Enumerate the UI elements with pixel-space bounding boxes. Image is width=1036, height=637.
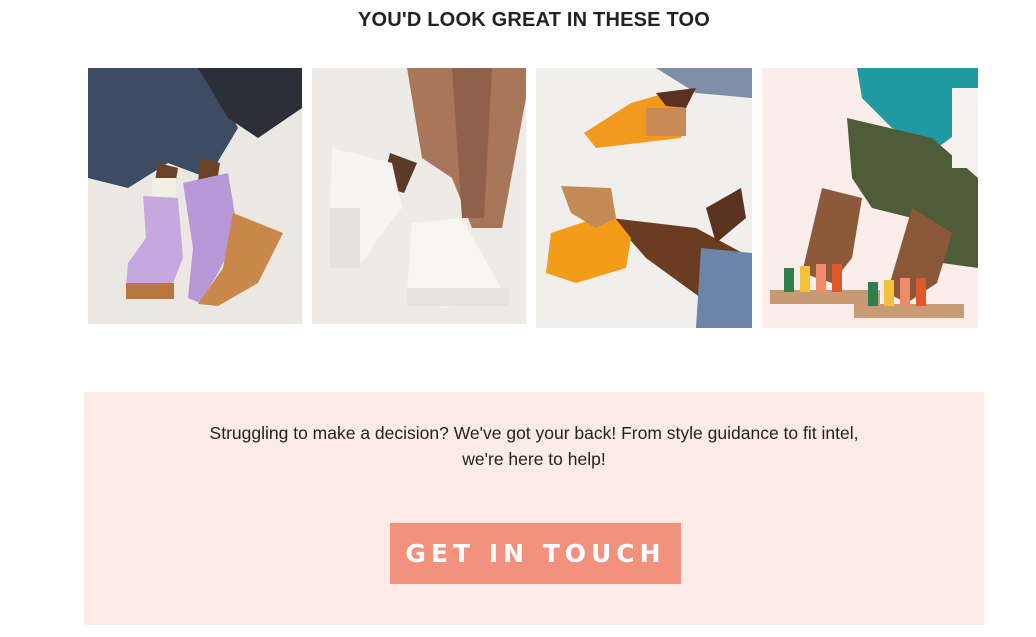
strappy-sandals-photo [762,68,978,328]
help-message-line-1: Struggling to make a decision? We've got… [209,423,859,443]
orange-clogs-photo [536,68,752,328]
lavender-boots-photo [88,68,302,324]
help-message: Struggling to make a decision? We've got… [84,420,984,472]
help-message-line-2: we're here to help! [462,449,606,469]
get-in-touch-button[interactable]: GET IN TOUCH [390,523,681,584]
white-creepers-photo [312,68,526,324]
help-panel: Struggling to make a decision? We've got… [84,392,984,625]
section-heading: YOU'D LOOK GREAT IN THESE TOO [357,9,711,31]
product-image-orange-clogs[interactable] [536,68,752,328]
product-image-strappy-sandals[interactable] [762,68,978,328]
product-image-white-creepers[interactable] [312,68,526,324]
product-image-lavender-boots[interactable] [88,68,302,324]
